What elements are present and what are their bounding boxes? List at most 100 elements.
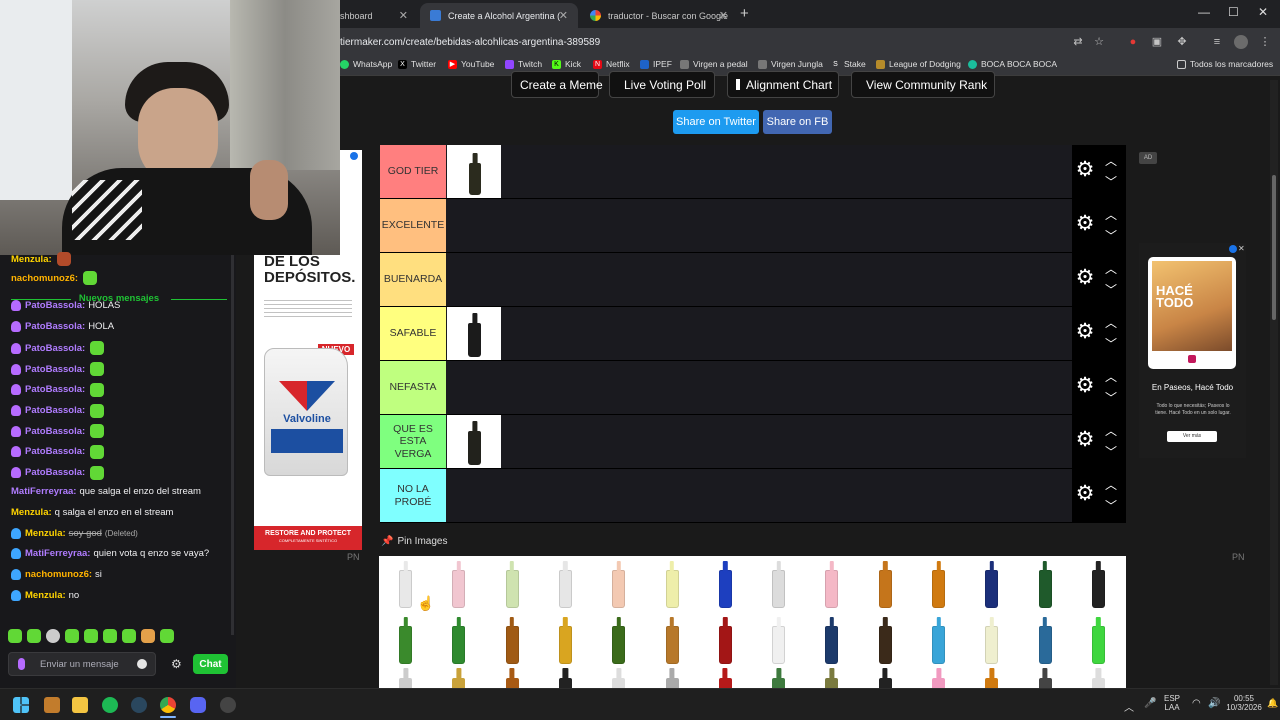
bottle-image[interactable] bbox=[718, 570, 732, 608]
chat-username[interactable]: PatoBassola: bbox=[25, 384, 85, 395]
bottle-image[interactable] bbox=[665, 626, 679, 664]
bottle-image[interactable] bbox=[772, 678, 786, 688]
profile-avatar-icon[interactable] bbox=[1234, 35, 1248, 49]
chat-username[interactable]: nachomunoz6: bbox=[25, 569, 92, 580]
bottle-image[interactable] bbox=[399, 570, 412, 608]
bottle-wine-item[interactable] bbox=[447, 307, 501, 360]
emote-icon[interactable] bbox=[46, 629, 60, 643]
move-up-icon[interactable]: ︿ bbox=[1103, 478, 1119, 492]
tab-dashboard[interactable]: shboard ✕ bbox=[330, 3, 418, 28]
bottle-fernet-item[interactable] bbox=[447, 145, 501, 198]
close-window-icon[interactable]: ✕ bbox=[1258, 5, 1268, 19]
emote-icon[interactable] bbox=[84, 629, 98, 643]
bottle-image[interactable] bbox=[612, 626, 626, 664]
tier-label[interactable]: NO LA PROBÉ bbox=[380, 469, 446, 522]
create-meme-button[interactable]: Create a Meme bbox=[511, 71, 603, 98]
move-up-icon[interactable]: ︿ bbox=[1103, 424, 1119, 438]
url-field[interactable]: tiermaker.com/create/bebidas-alcohlicas-… bbox=[340, 37, 600, 48]
bottle-image[interactable] bbox=[932, 626, 945, 664]
chat-username[interactable]: Menzula: bbox=[25, 590, 66, 601]
minimize-icon[interactable]: — bbox=[1198, 5, 1210, 19]
move-up-icon[interactable]: ︿ bbox=[1103, 208, 1119, 222]
bottle-image[interactable] bbox=[878, 626, 892, 664]
close-tab-icon[interactable]: ✕ bbox=[559, 9, 568, 22]
chrome-icon[interactable] bbox=[160, 697, 176, 713]
move-up-icon[interactable]: ︿ bbox=[1103, 262, 1119, 276]
discord-icon[interactable] bbox=[190, 697, 206, 713]
wifi-icon[interactable]: ◠ bbox=[1192, 698, 1201, 709]
bottle-image[interactable] bbox=[1038, 626, 1052, 664]
record-extension-icon[interactable]: ● bbox=[1126, 35, 1140, 49]
chat-username[interactable]: PatoBassola: bbox=[25, 446, 85, 457]
bottle-image[interactable] bbox=[452, 626, 466, 664]
chat-username[interactable]: PatoBassola: bbox=[25, 321, 85, 332]
bookmark-stake[interactable]: S Stake bbox=[831, 59, 866, 69]
chat-username[interactable]: PatoBassola: bbox=[25, 426, 85, 437]
move-down-icon[interactable]: ﹀ bbox=[1103, 337, 1119, 351]
gear-icon[interactable]: ⚙ bbox=[1074, 159, 1096, 181]
bookmarks-folder[interactable]: Todos los marcadores bbox=[1177, 59, 1273, 69]
maximize-icon[interactable]: ☐ bbox=[1228, 5, 1239, 19]
tier-label[interactable]: GOD TIER bbox=[380, 145, 446, 198]
bookmark-netflix[interactable]: N Netflix bbox=[593, 59, 630, 69]
chat-username[interactable]: PatoBassola: bbox=[25, 364, 85, 375]
bottle-image[interactable] bbox=[452, 570, 466, 608]
chat-username[interactable]: Menzula: bbox=[11, 507, 52, 518]
steam-icon[interactable] bbox=[131, 697, 147, 713]
emote-icon[interactable] bbox=[27, 629, 41, 643]
bottle-vermouth-item[interactable] bbox=[447, 415, 501, 468]
move-up-icon[interactable]: ︿ bbox=[1103, 154, 1119, 168]
bottle-image[interactable] bbox=[665, 678, 679, 688]
chat-input[interactable]: Enviar un mensaje bbox=[8, 652, 156, 676]
bottle-image[interactable] bbox=[772, 626, 786, 664]
bottle-image[interactable] bbox=[558, 678, 572, 688]
new-tab-button[interactable]: + bbox=[740, 5, 749, 22]
volume-icon[interactable]: 🔊 bbox=[1208, 698, 1220, 709]
chat-username[interactable]: nachomunoz6: bbox=[11, 273, 78, 284]
move-up-icon[interactable]: ︿ bbox=[1103, 370, 1119, 384]
bottle-image[interactable] bbox=[1038, 678, 1052, 688]
ad-cta-button[interactable]: Ver más bbox=[1167, 431, 1217, 442]
bottle-image[interactable] bbox=[505, 570, 519, 608]
bottle-image[interactable] bbox=[825, 626, 839, 664]
gear-icon[interactable]: ⚙ bbox=[1074, 375, 1096, 397]
gear-icon[interactable]: ⚙ bbox=[1074, 483, 1096, 505]
bottle-image[interactable] bbox=[825, 678, 839, 688]
gear-icon[interactable]: ⚙ bbox=[1074, 321, 1096, 343]
move-down-icon[interactable]: ﹀ bbox=[1103, 499, 1119, 513]
clock[interactable]: 00:55 10/3/2026 bbox=[1224, 694, 1264, 712]
bottle-image[interactable] bbox=[452, 678, 466, 688]
chat-username[interactable]: PatoBassola: bbox=[25, 405, 85, 416]
mic-icon[interactable] bbox=[18, 658, 25, 670]
bottle-image[interactable] bbox=[985, 626, 999, 664]
bottle-image[interactable] bbox=[718, 678, 732, 688]
bottle-image[interactable] bbox=[558, 570, 572, 608]
chat-username[interactable]: Menzula: bbox=[11, 254, 52, 265]
bottle-image[interactable] bbox=[878, 570, 892, 608]
chat-settings-gear-icon[interactable]: ⚙ bbox=[171, 657, 182, 671]
close-tab-icon[interactable]: ✕ bbox=[719, 9, 728, 22]
chat-scrollbar[interactable] bbox=[231, 255, 234, 635]
bookmark-virgen-jungla[interactable]: Virgen Jungla bbox=[758, 59, 823, 69]
tier-label[interactable]: EXCELENTE bbox=[380, 199, 446, 252]
emote-icon[interactable] bbox=[8, 629, 22, 643]
bottle-image[interactable] bbox=[612, 570, 626, 608]
move-down-icon[interactable]: ﹀ bbox=[1103, 445, 1119, 459]
notes-app-icon[interactable] bbox=[44, 697, 60, 713]
tab-tiermaker[interactable]: Create a Alcohol Argentina (Es ✕ bbox=[420, 3, 578, 28]
gear-icon[interactable]: ⚙ bbox=[1074, 213, 1096, 235]
page-scrollbar[interactable] bbox=[1270, 80, 1278, 685]
chat-username[interactable]: PatoBassola: bbox=[25, 467, 85, 478]
bookmark-twitch[interactable]: Twitch bbox=[505, 59, 542, 69]
emote-icon[interactable] bbox=[103, 629, 117, 643]
bottle-image[interactable] bbox=[825, 570, 839, 608]
chat-username[interactable]: PatoBassola: bbox=[25, 343, 85, 354]
gear-icon[interactable]: ⚙ bbox=[1074, 267, 1096, 289]
bottle-image[interactable] bbox=[985, 678, 999, 688]
move-down-icon[interactable]: ﹀ bbox=[1103, 175, 1119, 189]
media-icon[interactable]: ≡ bbox=[1210, 35, 1224, 49]
pin-images-toggle[interactable]: 📌 Pin Images bbox=[381, 536, 447, 547]
bottle-image[interactable] bbox=[612, 678, 626, 688]
bottle-image[interactable] bbox=[932, 678, 945, 688]
tab-traductor[interactable]: traductor - Buscar con Google ✕ bbox=[580, 3, 738, 28]
